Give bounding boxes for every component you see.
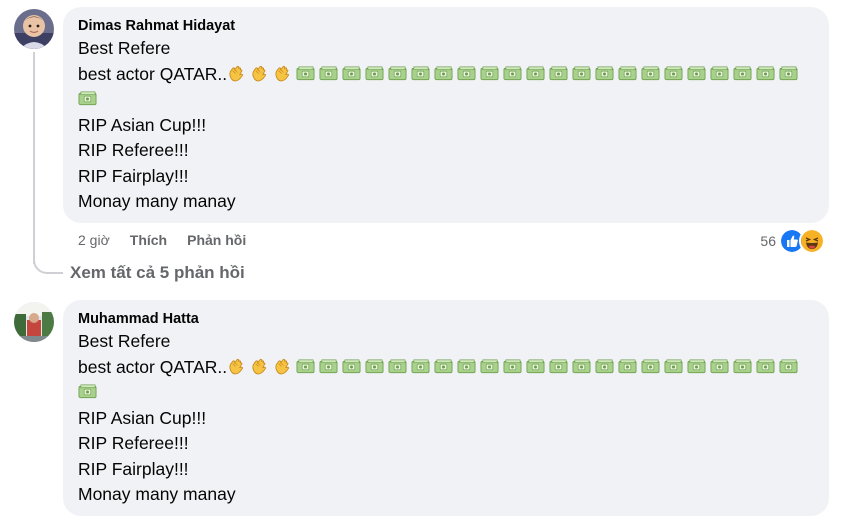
comment-line: RIP Fairplay!!! — [78, 458, 189, 479]
comment-actions: 2 giờ Thích Phản hồi — [78, 230, 266, 250]
money-emoji-icon — [319, 64, 338, 81]
money-emoji-icon — [687, 64, 706, 81]
money-emoji-icon — [549, 357, 568, 374]
comment-line: best actor QATAR.. — [78, 355, 815, 381]
money-emoji-icon — [595, 64, 614, 81]
money-emoji-icon — [411, 357, 430, 374]
money-emoji-icon — [618, 357, 637, 374]
money-emoji-icon — [365, 357, 384, 374]
comment-line-text: best actor QATAR.. — [78, 63, 228, 84]
money-emoji-icon — [779, 64, 798, 81]
money-emoji-icon — [411, 64, 430, 81]
money-emoji-icon — [78, 382, 97, 399]
money-emoji-icon — [664, 357, 683, 374]
clapping-hands-icon — [227, 64, 246, 83]
money-emoji-icon — [457, 357, 476, 374]
comment-line — [78, 380, 815, 406]
money-emoji-icon — [296, 357, 315, 374]
money-emoji-icon — [434, 64, 453, 81]
money-emoji-icon — [664, 64, 683, 81]
comment-line: Monay many manay — [78, 484, 236, 504]
money-emoji-icon — [365, 64, 384, 81]
clapping-hands-icon — [227, 357, 246, 376]
haha-icon — [799, 228, 825, 254]
like-button[interactable]: Thích — [130, 232, 167, 248]
money-emoji-icon — [756, 64, 775, 81]
comment-line: Monay many manay — [78, 191, 236, 211]
money-emoji-icon — [526, 64, 545, 81]
money-emoji-icon — [549, 64, 568, 81]
comment-line: RIP Asian Cup!!! — [78, 407, 207, 428]
money-emoji-icon — [388, 64, 407, 81]
money-emoji-icon — [503, 357, 522, 374]
money-emoji-icon — [480, 64, 499, 81]
money-emoji-icon — [733, 357, 752, 374]
money-emoji-icon — [572, 357, 591, 374]
comment-line: RIP Fairplay!!! — [78, 165, 189, 186]
emoji-row — [78, 89, 101, 109]
money-emoji-icon — [733, 64, 752, 81]
money-emoji-icon — [710, 357, 729, 374]
money-emoji-icon — [756, 357, 775, 374]
money-emoji-icon — [78, 89, 97, 106]
comment-author[interactable]: Muhammad Hatta — [78, 310, 815, 329]
clapping-hands-icon — [273, 64, 292, 83]
money-emoji-icon — [526, 357, 545, 374]
money-emoji-icon — [434, 357, 453, 374]
money-emoji-icon — [319, 357, 338, 374]
comment-line: Best Refere — [78, 331, 171, 351]
money-emoji-icon — [687, 357, 706, 374]
emoji-row — [227, 357, 802, 377]
money-emoji-icon — [457, 64, 476, 81]
reply-button[interactable]: Phản hồi — [187, 232, 246, 248]
reply-thread-line — [33, 52, 35, 264]
emoji-row — [78, 382, 101, 402]
comment-line: Best Refere — [78, 38, 171, 58]
comment-line: RIP Referee!!! — [78, 433, 189, 453]
money-emoji-icon — [296, 64, 315, 81]
money-emoji-icon — [641, 357, 660, 374]
comment-line-text: best actor QATAR.. — [78, 356, 228, 377]
comment-timestamp[interactable]: 2 giờ — [78, 232, 110, 248]
money-emoji-icon — [641, 64, 660, 81]
comment-line: best actor QATAR.. — [78, 62, 815, 88]
money-emoji-icon — [503, 64, 522, 81]
comment-line: RIP Referee!!! — [78, 140, 189, 160]
money-emoji-icon — [342, 64, 361, 81]
clapping-hands-icon — [250, 357, 269, 376]
reaction-count: 56 — [760, 233, 776, 249]
comment-line — [78, 87, 815, 113]
money-emoji-icon — [388, 357, 407, 374]
comment-line: RIP Asian Cup!!! — [78, 114, 207, 135]
reaction-summary[interactable]: 56 — [760, 228, 825, 254]
avatar[interactable] — [14, 9, 54, 49]
money-emoji-icon — [595, 357, 614, 374]
money-emoji-icon — [480, 357, 499, 374]
comment-bubble: Muhammad Hatta Best Refere best actor QA… — [63, 300, 829, 516]
comment-author[interactable]: Dimas Rahmat Hidayat — [78, 17, 815, 36]
money-emoji-icon — [342, 357, 361, 374]
clapping-hands-icon — [250, 64, 269, 83]
comment-bubble: Dimas Rahmat Hidayat Best Refere best ac… — [63, 7, 829, 223]
reply-thread-connector — [33, 250, 63, 274]
money-emoji-icon — [618, 64, 637, 81]
emoji-row — [227, 64, 802, 84]
money-emoji-icon — [779, 357, 798, 374]
avatar[interactable] — [14, 302, 54, 342]
money-emoji-icon — [710, 64, 729, 81]
money-emoji-icon — [572, 64, 591, 81]
clapping-hands-icon — [273, 357, 292, 376]
view-all-replies-link[interactable]: Xem tất cả 5 phản hồi — [70, 263, 245, 283]
